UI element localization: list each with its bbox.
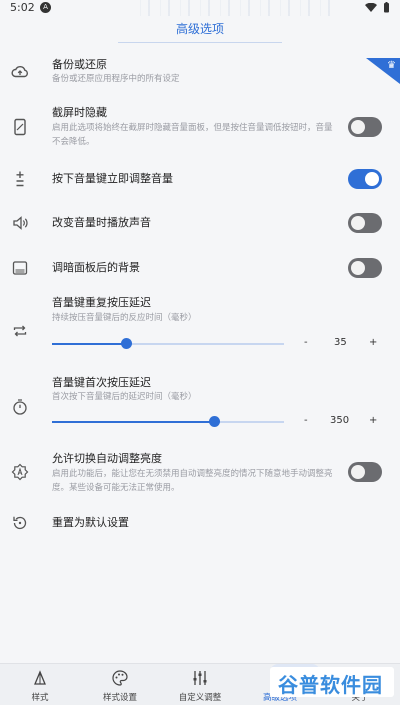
status-bar-decoration [130, 0, 330, 16]
repeat-delay-increase-button[interactable]: + [369, 337, 377, 348]
status-time: 5:02 [10, 1, 35, 14]
header: 高级选项 [0, 16, 400, 44]
repeat-delay-value: 35 [334, 337, 347, 348]
style-icon [34, 670, 46, 685]
setting-subtitle: 备份或还原应用程序中的所有设定 [52, 74, 180, 84]
setting-backup-restore[interactable]: 备份或还原 备份或还原应用程序中的所有设定 [0, 56, 400, 90]
setting-title: 调暗面板后的背景 [52, 261, 140, 274]
hide-on-screenshot-toggle[interactable] [348, 117, 382, 137]
repeat-icon [13, 325, 27, 337]
first-press-delay-increase-button[interactable]: + [369, 415, 377, 426]
adjust-immediately-toggle[interactable] [348, 169, 382, 189]
site-watermark: 谷普软件园 [270, 667, 394, 697]
slider-thumb[interactable] [209, 416, 221, 427]
setting-title: 按下音量键立即调整音量 [52, 172, 173, 185]
setting-adjust-immediately[interactable]: 按下音量键立即调整音量 [0, 168, 400, 190]
setting-title: 允许切换自动调整亮度 [52, 452, 162, 465]
timer-icon [13, 399, 27, 415]
nav-label: 自定义调整 [178, 693, 222, 703]
setting-hide-on-screenshot[interactable]: 截屏时隐藏 启用此选项将始终在截屏时隐藏音量面板，但是按住音量调低按钮时，音量不… [0, 104, 400, 154]
phone-screenshot-icon [14, 118, 26, 136]
setting-repeat-delay: 音量键重复按压延迟 持续按压音量键后的反应时间（毫秒） - 35 + [0, 294, 400, 356]
plus-minus-icon [16, 171, 24, 187]
reset-icon [13, 516, 27, 530]
setting-reset-defaults[interactable]: 重置为默认设置 [0, 512, 400, 534]
first-press-delay-value: 350 [330, 415, 350, 426]
setting-auto-brightness[interactable]: 允许切换自动调整亮度 启用此功能后，能让您在无须禁用自动调整亮度的情况下随意地手… [0, 450, 400, 500]
toggle-knob [351, 465, 365, 479]
nav-tab-style-settings[interactable]: 样式设置 [80, 664, 160, 705]
battery-icon [384, 2, 389, 13]
setting-subtitle: 启用此功能后，能让您在无须禁用自动调整亮度的情况下随意地手动调整亮度。某些设备可… [52, 469, 333, 493]
status-icons [365, 2, 390, 13]
cloud-upload-icon [11, 66, 28, 78]
setting-title: 改变音量时播放声音 [52, 216, 151, 229]
setting-subtitle: 持续按压音量键后的反应时间（毫秒） [52, 313, 197, 323]
auto-brightness-toggle[interactable] [348, 462, 382, 482]
setting-dim-background[interactable]: 调暗面板后的背景 [0, 257, 400, 279]
setting-first-press-delay: 音量键首次按压延迟 首次按下音量键后的延迟时间（毫秒） - 350 + [0, 374, 400, 436]
toggle-knob [351, 120, 365, 134]
slider-thumb[interactable] [121, 338, 133, 349]
panel-background-icon [12, 261, 28, 275]
status-bar: 5:02 A [0, 0, 400, 16]
setting-title: 重置为默认设置 [52, 516, 129, 529]
setting-title: 备份或还原 [52, 58, 107, 71]
setting-subtitle: 首次按下音量键后的延迟时间（毫秒） [52, 392, 197, 402]
first-press-delay-decrease-button[interactable]: - [304, 415, 308, 426]
palette-icon [112, 670, 128, 686]
wifi-icon [365, 2, 377, 12]
speaker-icon [13, 216, 28, 230]
play-sound-toggle[interactable] [348, 213, 382, 233]
title-underline [118, 42, 282, 43]
setting-play-sound[interactable]: 改变音量时播放声音 [0, 212, 400, 234]
dim-background-toggle[interactable] [348, 258, 382, 278]
repeat-delay-slider[interactable] [52, 338, 284, 350]
nav-tab-custom-adjust[interactable]: 自定义调整 [160, 664, 240, 705]
first-press-delay-slider[interactable] [52, 416, 284, 428]
setting-title: 音量键首次按压延迟 [52, 376, 151, 389]
nav-tab-style[interactable]: 样式 [0, 664, 80, 705]
toggle-knob [351, 216, 365, 230]
repeat-delay-decrease-button[interactable]: - [304, 337, 308, 348]
app-notification-icon: A [40, 2, 51, 13]
equalizer-icon [193, 671, 207, 685]
auto-brightness-icon [11, 463, 29, 481]
slider-fill [52, 421, 215, 423]
nav-label: 样式 [31, 693, 49, 703]
setting-title: 截屏时隐藏 [52, 106, 107, 119]
toggle-knob [351, 261, 365, 275]
toggle-knob [365, 172, 379, 186]
setting-title: 音量键重复按压延迟 [52, 296, 151, 309]
page-title: 高级选项 [175, 22, 224, 36]
watermark-text: 谷普软件园 [278, 673, 383, 697]
setting-subtitle: 启用此选项将始终在截屏时隐藏音量面板，但是按住音量调低按钮时，音量不会降低。 [52, 123, 333, 147]
nav-label: 样式设置 [102, 693, 137, 703]
slider-fill [52, 343, 127, 345]
